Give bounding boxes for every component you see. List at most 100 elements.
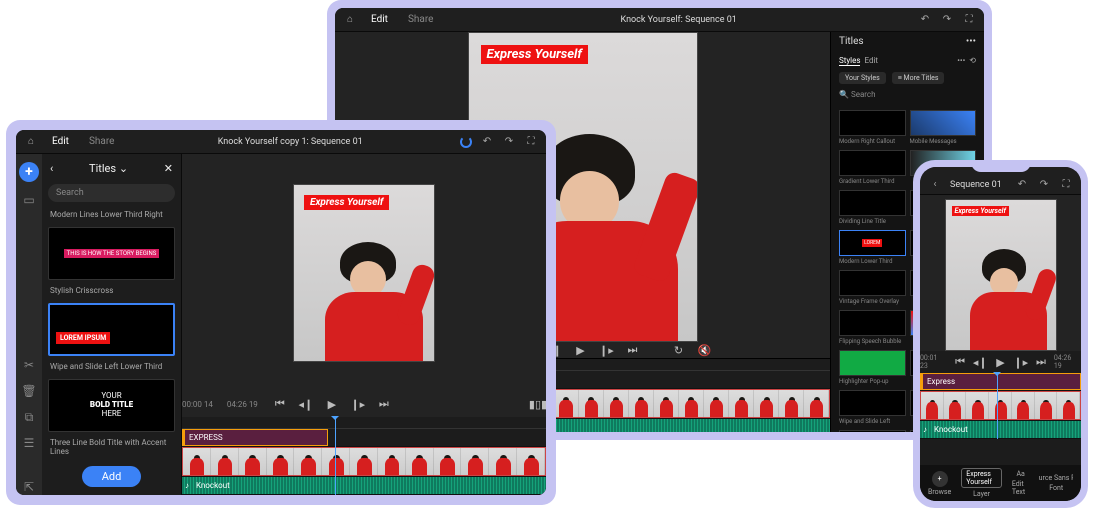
add-button[interactable]: + xyxy=(19,162,39,182)
title-thumb[interactable] xyxy=(839,350,906,376)
search-input[interactable]: Search xyxy=(48,184,175,202)
pill-your-styles[interactable]: Your Styles xyxy=(839,72,886,84)
phone-video-preview: Express Yourself xyxy=(945,199,1057,351)
step-fwd-icon[interactable]: ❙▸ xyxy=(1013,354,1028,370)
tablet-timeline[interactable]: EXPRESS Knockout xyxy=(182,417,546,495)
font-value[interactable]: Source Sans Pro xyxy=(1039,474,1073,482)
track-video[interactable] xyxy=(920,391,1081,421)
title-thumb[interactable] xyxy=(839,430,906,432)
title-clip[interactable]: EXPRESS xyxy=(182,429,328,446)
mute-icon[interactable]: 🔇 xyxy=(696,342,712,358)
close-icon[interactable]: ✕ xyxy=(164,162,173,175)
redo-icon[interactable]: ↷ xyxy=(940,13,954,27)
play-icon[interactable]: ▶ xyxy=(994,354,1008,370)
laptop-title: Knock Yourself: Sequence 01 xyxy=(447,15,910,25)
audio-clip[interactable]: Knockout xyxy=(920,421,1081,438)
title-thumb[interactable] xyxy=(839,390,906,416)
title-caption: Wipe and Slide Left Lower Third xyxy=(48,360,175,375)
tab-share[interactable]: Share xyxy=(402,12,439,27)
title-overlay[interactable]: Express Yourself xyxy=(952,206,1009,216)
skip-next-icon[interactable]: ⏭ xyxy=(624,342,640,358)
tablet-title: Knock Yourself copy 1: Sequence 01 xyxy=(128,137,452,147)
play-icon[interactable]: ▶ xyxy=(572,342,588,358)
tab-share[interactable]: Share xyxy=(83,134,120,149)
fullscreen-icon[interactable]: ⛶ xyxy=(524,135,538,149)
step-fwd-icon[interactable]: ❙▸ xyxy=(350,396,366,412)
subtab-edit[interactable]: Edit xyxy=(864,56,878,66)
trash-icon[interactable]: 🗑 xyxy=(21,383,37,399)
phone-timeline[interactable]: Express Knockout xyxy=(920,373,1081,439)
audio-clip[interactable]: Knockout xyxy=(182,477,546,494)
tab-edit[interactable]: Edit xyxy=(46,134,75,149)
phone-preview[interactable]: Express Yourself xyxy=(920,195,1081,351)
edit-text-label[interactable]: Edit Text xyxy=(1012,480,1030,496)
play-icon[interactable]: ▶ xyxy=(324,396,340,412)
browse-label[interactable]: Browse xyxy=(928,488,951,496)
loop-icon[interactable]: ↻ xyxy=(670,342,686,358)
chevron-left-icon[interactable]: ‹ xyxy=(928,178,942,192)
step-back-icon[interactable]: ◂❙ xyxy=(298,396,314,412)
home-icon[interactable]: ⌂ xyxy=(24,135,38,149)
redo-icon[interactable]: ↷ xyxy=(502,135,516,149)
subtab-styles[interactable]: Styles xyxy=(839,56,860,66)
playhead[interactable] xyxy=(335,417,336,495)
chevron-left-icon[interactable]: ‹ xyxy=(50,162,53,175)
laptop-topbar: ⌂ Edit Share Knock Yourself: Sequence 01… xyxy=(335,8,984,32)
copy-icon[interactable]: ⧉ xyxy=(21,409,37,425)
tablet-preview[interactable]: Express Yourself xyxy=(182,154,546,391)
more-icon[interactable]: ••• xyxy=(966,36,976,52)
pointer-icon[interactable]: ⇱ xyxy=(21,479,37,495)
layer-label[interactable]: Layer xyxy=(973,490,990,498)
track-video[interactable] xyxy=(182,447,546,477)
layer-pill[interactable]: Express Yourself xyxy=(961,468,1002,488)
panel-heading[interactable]: Titles ⌄ xyxy=(59,162,157,175)
title-overlay[interactable]: Express Yourself xyxy=(304,195,389,210)
browse-add-icon[interactable]: + xyxy=(932,471,948,487)
fullscreen-icon[interactable]: ⛶ xyxy=(962,13,976,27)
undo-icon[interactable]: ↶ xyxy=(480,135,494,149)
fullscreen-icon[interactable]: ⛶ xyxy=(1059,178,1073,192)
skip-next-icon[interactable]: ⏭ xyxy=(376,396,392,412)
edit-text-icon[interactable]: Аа xyxy=(1016,470,1024,478)
title-thumb[interactable]: YOUR BOLD TITLE HERE xyxy=(48,379,175,432)
title-thumb[interactable] xyxy=(839,150,906,176)
step-back-icon[interactable]: ◂❙ xyxy=(973,354,988,370)
tablet-screen: ⌂ Edit Share Knock Yourself copy 1: Sequ… xyxy=(16,130,546,495)
undo-icon[interactable]: ↶ xyxy=(1015,178,1029,192)
undo-icon[interactable]: ↶ xyxy=(918,13,932,27)
title-thumb[interactable]: LOREM xyxy=(839,230,906,256)
panel-search[interactable]: 🔍 Search xyxy=(839,90,976,104)
cut-icon[interactable]: ✂ xyxy=(21,357,37,373)
title-thumb[interactable]: THIS IS HOW THE STORY BEGINS xyxy=(48,227,175,280)
levels-icon[interactable]: ▮▯▮ xyxy=(530,396,546,412)
home-icon[interactable]: ⌂ xyxy=(343,13,357,27)
tab-edit[interactable]: Edit xyxy=(365,12,394,27)
title-thumb[interactable] xyxy=(839,190,906,216)
step-fwd-icon[interactable]: ❙▸ xyxy=(598,342,614,358)
phone-device: ‹ Sequence 01 ↶ ↷ ⛶ Express Yourself 00:… xyxy=(913,160,1088,508)
pill-more-titles[interactable]: ≡ More Titles xyxy=(892,72,945,84)
title-thumb-selected[interactable]: LOREM IPSUM xyxy=(48,303,175,356)
title-thumb[interactable] xyxy=(839,270,906,296)
track-audio[interactable]: Knockout xyxy=(920,421,1081,439)
phone-transport: 00:01 23 ⏮ ◂❙ ▶ ❙▸ ⏭ 04:26 19 xyxy=(920,351,1081,373)
timeline-ruler[interactable] xyxy=(182,417,546,429)
add-title-button[interactable]: Add xyxy=(82,466,142,487)
title-thumb[interactable] xyxy=(839,110,906,136)
title-thumb[interactable] xyxy=(839,310,906,336)
skip-prev-icon[interactable]: ⏮ xyxy=(272,396,288,412)
playhead[interactable] xyxy=(997,373,998,439)
title-overlay[interactable]: Express Yourself xyxy=(481,45,588,64)
list-icon[interactable]: ☰ xyxy=(21,435,37,451)
track-title[interactable]: EXPRESS xyxy=(182,429,546,447)
panel-reset-icon[interactable]: ⟲ xyxy=(969,56,976,66)
title-thumb[interactable] xyxy=(910,110,977,136)
skip-prev-icon[interactable]: ⏮ xyxy=(953,354,967,370)
video-clip[interactable] xyxy=(920,391,1081,420)
redo-icon[interactable]: ↷ xyxy=(1037,178,1051,192)
skip-next-icon[interactable]: ⏭ xyxy=(1034,354,1048,370)
panel-more-icon[interactable]: ••• xyxy=(957,56,965,66)
track-audio[interactable]: Knockout xyxy=(182,477,546,495)
video-clip[interactable] xyxy=(182,447,546,476)
project-icon[interactable]: ▭ xyxy=(21,192,37,208)
